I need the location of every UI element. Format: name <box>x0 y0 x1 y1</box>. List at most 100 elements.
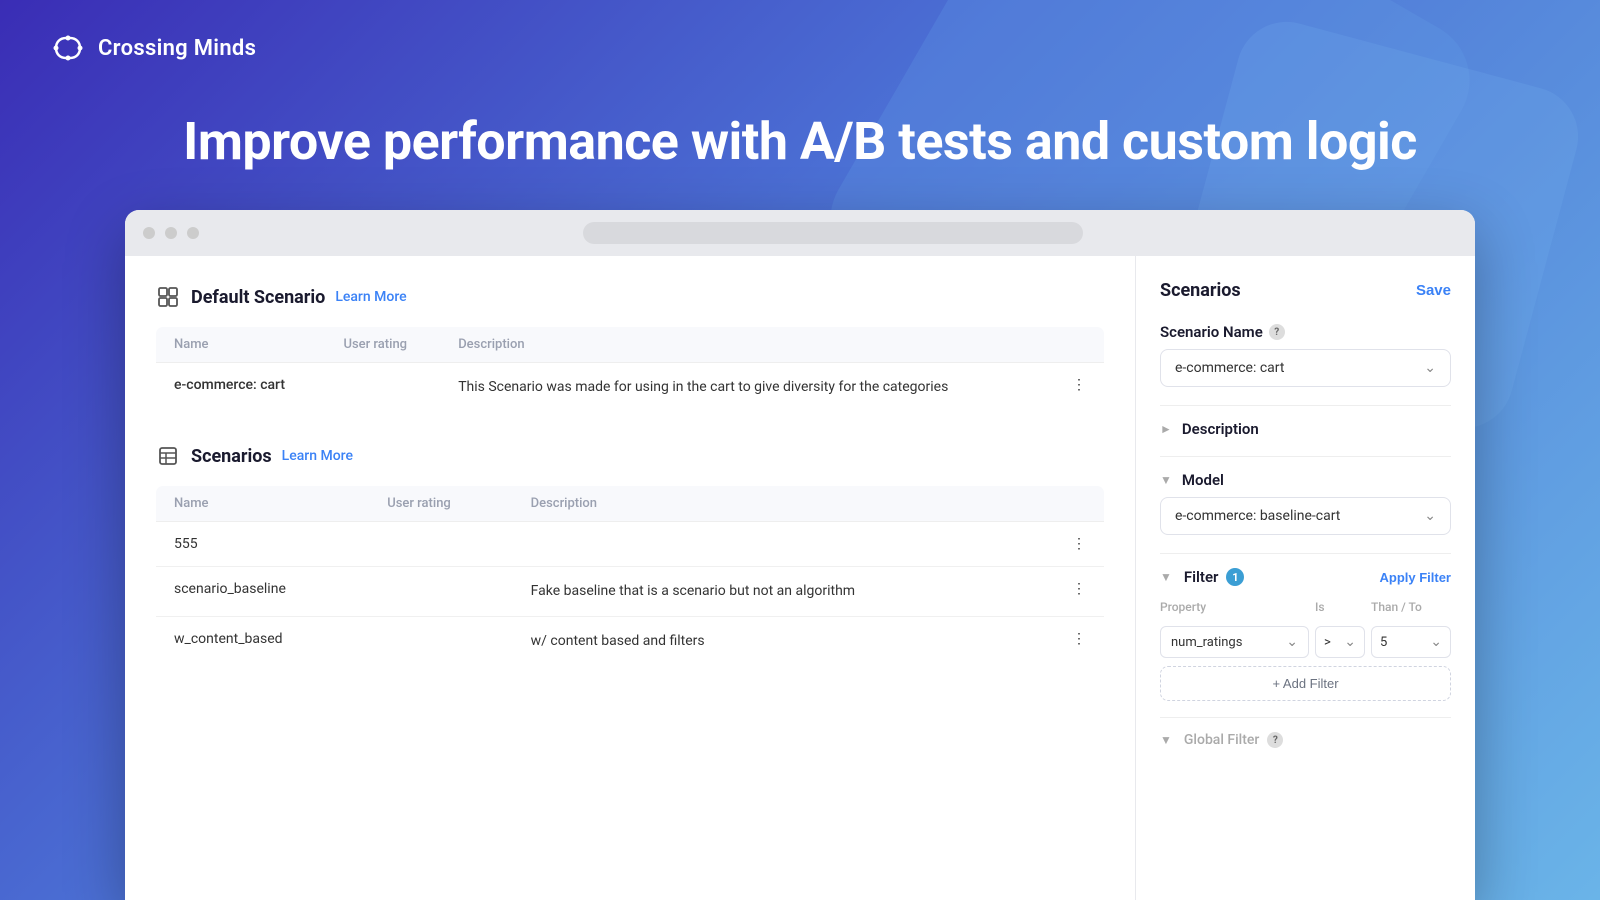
table-row: 555 ⋮ <box>156 522 1105 567</box>
filter-row: num_ratings ⌄ > ⌄ 5 ⌄ <box>1160 626 1451 658</box>
logo-icon <box>50 30 86 66</box>
scen-rating-baseline <box>369 567 512 617</box>
row-more-btn-555[interactable]: ⋮ <box>1032 522 1105 567</box>
scenario-name-value: e-commerce: cart <box>1175 360 1284 376</box>
row-more-btn-baseline[interactable]: ⋮ <box>1032 567 1105 617</box>
filter-property-header: Property <box>1160 600 1309 614</box>
filter-value-select[interactable]: 5 ⌄ <box>1371 626 1451 658</box>
scen-col-name: Name <box>156 486 370 522</box>
default-scenario-title: Default Scenario <box>191 287 325 308</box>
filter-operator-select[interactable]: > ⌄ <box>1315 626 1365 658</box>
browser-window: Default Scenario Learn More Name User ra… <box>125 210 1475 900</box>
filter-value-value: 5 <box>1380 635 1387 650</box>
filter-property-value: num_ratings <box>1171 635 1242 650</box>
default-scenario-learn-more[interactable]: Learn More <box>335 289 406 305</box>
filter-label-group: ▼ Filter 1 <box>1160 568 1244 586</box>
default-col-desc: Description <box>440 327 1046 363</box>
browser-url-bar <box>583 222 1083 244</box>
save-button[interactable]: Save <box>1416 282 1451 299</box>
default-scenario-header: Default Scenario Learn More <box>155 284 1105 310</box>
table-row: w_content_based w/ content based and fil… <box>156 617 1105 667</box>
description-expand-arrow: ► <box>1160 422 1172 436</box>
default-scenario-icon <box>155 284 181 310</box>
scen-desc-content: w/ content based and filters <box>513 617 1032 667</box>
global-filter-info-icon[interactable]: ? <box>1267 732 1283 748</box>
filter-label: Filter <box>1184 568 1219 586</box>
filter-thanto-header: Than / To <box>1371 600 1451 614</box>
global-filter-label: Global Filter <box>1184 732 1259 748</box>
divider-2 <box>1160 456 1451 457</box>
browser-dot-2 <box>165 227 177 239</box>
filter-property-select[interactable]: num_ratings ⌄ <box>1160 626 1309 658</box>
filter-section: ▼ Filter 1 Apply Filter Property Is Than… <box>1160 568 1451 701</box>
filter-is-header: Is <box>1315 600 1365 614</box>
scen-name-555: 555 <box>156 522 370 567</box>
browser-dot-1 <box>143 227 155 239</box>
divider-3 <box>1160 553 1451 554</box>
scenario-name-info-icon[interactable]: ? <box>1269 324 1285 340</box>
scenarios-table: Name User rating Description 555 ⋮ scen <box>155 485 1105 667</box>
row-more-btn[interactable]: ⋮ <box>1046 363 1104 413</box>
scenario-name-label: Scenario Name <box>1160 323 1263 341</box>
description-section: ► Description <box>1160 420 1451 438</box>
browser-content: Default Scenario Learn More Name User ra… <box>125 256 1475 900</box>
filter-collapse-arrow: ▼ <box>1160 570 1172 584</box>
filter-operator-arrow: ⌄ <box>1344 634 1356 650</box>
panel-title: Scenarios <box>1160 280 1241 301</box>
table-row: e-commerce: cart This Scenario was made … <box>156 363 1105 413</box>
default-col-rating: User rating <box>325 327 440 363</box>
right-panel: Scenarios Save Scenario Name ? e-commerc… <box>1135 256 1475 900</box>
scenarios-icon <box>155 443 181 469</box>
row-more-btn-content[interactable]: ⋮ <box>1032 617 1105 667</box>
model-label-row[interactable]: ▼ Model <box>1160 471 1451 489</box>
description-label: Description <box>1182 420 1259 438</box>
filter-operator-value: > <box>1324 635 1331 650</box>
table-row: scenario_baseline Fake baseline that is … <box>156 567 1105 617</box>
scenario-name-select[interactable]: e-commerce: cart ⌄ <box>1160 349 1451 387</box>
model-section: ▼ Model e-commerce: baseline-cart ⌄ <box>1160 471 1451 535</box>
scen-col-rating: User rating <box>369 486 512 522</box>
default-col-name: Name <box>156 327 326 363</box>
filter-header: ▼ Filter 1 Apply Filter <box>1160 568 1451 586</box>
scen-desc-baseline: Fake baseline that is a scenario but not… <box>513 567 1032 617</box>
scenario-name-label-row: Scenario Name ? <box>1160 323 1451 341</box>
scen-name-content: w_content_based <box>156 617 370 667</box>
model-select[interactable]: e-commerce: baseline-cart ⌄ <box>1160 497 1451 535</box>
scenario-rating-cell <box>325 363 440 413</box>
description-label-row[interactable]: ► Description <box>1160 420 1451 438</box>
global-filter-row: ▼ Global Filter ? <box>1160 732 1451 748</box>
header: Crossing Minds Improve performance with … <box>0 0 1600 172</box>
divider-4 <box>1160 717 1451 718</box>
logo: Crossing Minds <box>50 30 1550 66</box>
global-filter-expand-arrow: ▼ <box>1160 733 1172 747</box>
browser-dot-3 <box>187 227 199 239</box>
add-filter-button[interactable]: + Add Filter <box>1160 666 1451 701</box>
scenarios-learn-more[interactable]: Learn More <box>282 448 353 464</box>
filter-value-arrow: ⌄ <box>1430 634 1442 650</box>
scenarios-header: Scenarios Learn More <box>155 443 1105 469</box>
scen-rating-555 <box>369 522 512 567</box>
panel-header: Scenarios Save <box>1160 280 1451 301</box>
hero-title: Improve performance with A/B tests and c… <box>50 111 1550 172</box>
filter-badge: 1 <box>1226 568 1244 586</box>
default-scenario-table: Name User rating Description e-commerce:… <box>155 326 1105 413</box>
scen-col-desc: Description <box>513 486 1032 522</box>
scen-rating-content <box>369 617 512 667</box>
apply-filter-button[interactable]: Apply Filter <box>1379 570 1451 585</box>
model-arrow: ⌄ <box>1424 508 1436 524</box>
model-label: Model <box>1182 471 1224 489</box>
browser-bar <box>125 210 1475 256</box>
filter-property-arrow: ⌄ <box>1286 634 1298 650</box>
scenario-name-arrow: ⌄ <box>1424 360 1436 376</box>
scenario-desc-cell: This Scenario was made for using in the … <box>440 363 1046 413</box>
left-panel: Default Scenario Learn More Name User ra… <box>125 256 1135 900</box>
scenarios-title: Scenarios <box>191 446 272 467</box>
scenario-name-cell[interactable]: e-commerce: cart <box>156 363 326 413</box>
model-value: e-commerce: baseline-cart <box>1175 508 1340 524</box>
divider-1 <box>1160 405 1451 406</box>
scenario-name-section: Scenario Name ? e-commerce: cart ⌄ <box>1160 323 1451 387</box>
model-collapse-arrow: ▼ <box>1160 473 1172 487</box>
scen-name-baseline: scenario_baseline <box>156 567 370 617</box>
scen-desc-555 <box>513 522 1032 567</box>
logo-text: Crossing Minds <box>98 36 256 61</box>
